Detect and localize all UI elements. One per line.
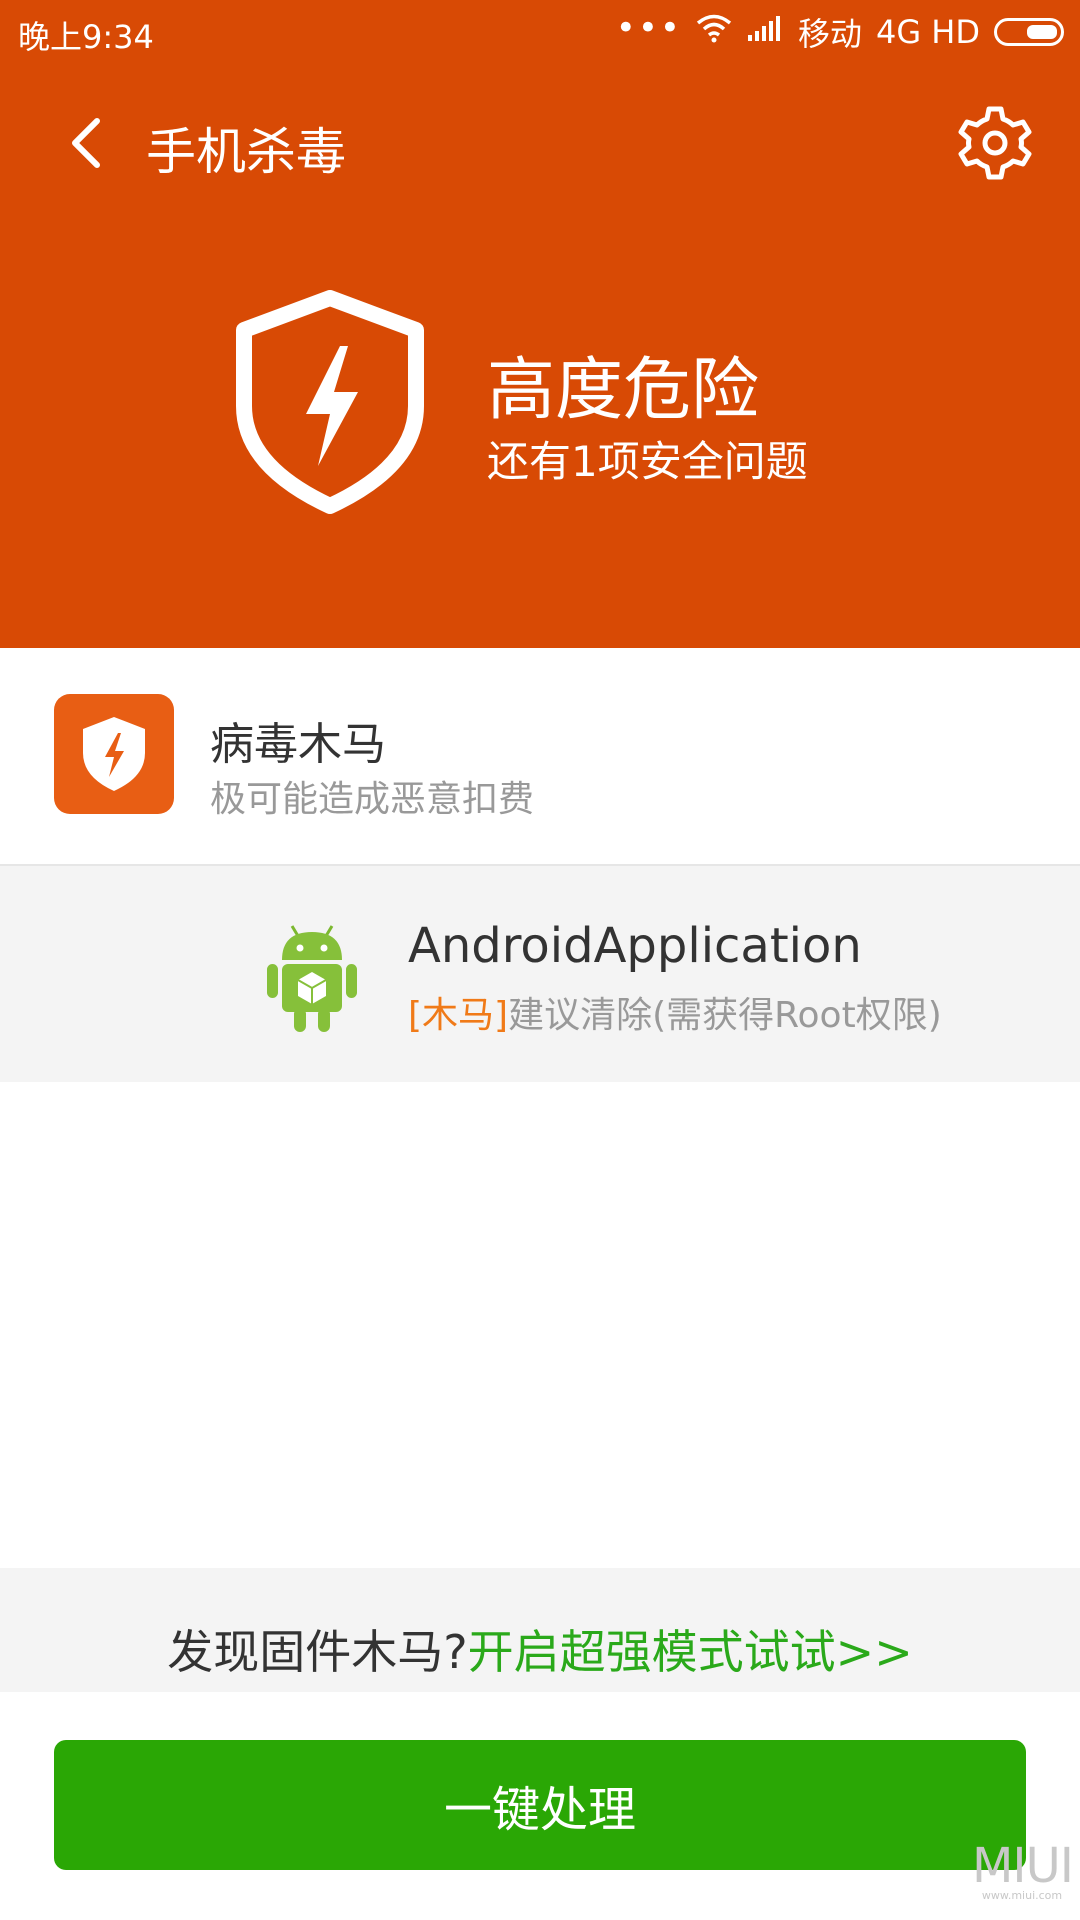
threat-tag: [木马]	[408, 995, 509, 1036]
miui-watermark: MIUI www.miui.com	[972, 1838, 1074, 1906]
watermark-site: www.miui.com	[981, 1889, 1063, 1902]
threat-category-title: 病毒木马	[210, 719, 386, 770]
page-title: 手机杀毒	[146, 123, 346, 181]
risk-summary: 高度危险 还有1项安全问题	[0, 290, 1080, 530]
settings-button[interactable]	[952, 100, 1038, 186]
android-app-icon	[267, 925, 357, 1032]
status-indicators: ••• 移动 4G HD	[616, 10, 1064, 54]
notification-dots: •••	[615, 8, 682, 48]
network-type: 4G HD	[875, 13, 980, 51]
risk-issue-count: 还有1项安全问题	[487, 437, 808, 486]
shield-lightning-icon	[83, 717, 145, 791]
threat-category-row: 病毒木马 极可能造成恶意扣费	[0, 648, 1080, 866]
gear-icon	[958, 106, 1032, 180]
status-time: 晚上9:34	[18, 18, 154, 56]
back-button[interactable]	[52, 108, 122, 178]
risk-level: 高度危险	[487, 351, 760, 430]
chevron-left-icon	[72, 118, 100, 168]
threat-category-icon	[54, 694, 174, 814]
super-mode-link[interactable]: 开启超强模式试试>>	[468, 1625, 913, 1679]
promo-question: 发现固件木马?	[167, 1625, 468, 1679]
battery-icon	[994, 18, 1064, 46]
infected-app-row[interactable]: AndroidApplication [木马]建议清除(需获得Root权限)	[0, 866, 1080, 1082]
one-click-handle-button[interactable]: 一键处理	[54, 1740, 1026, 1870]
shield-lightning-icon	[236, 290, 424, 514]
signal-icon	[746, 13, 784, 51]
wifi-icon	[696, 13, 732, 51]
app-action-text: 建议清除(需获得Root权限)	[508, 995, 942, 1036]
carrier-name: 移动	[797, 15, 862, 53]
watermark-brand: MIUI	[972, 1838, 1074, 1894]
header: 晚上9:34 ••• 移动 4G HD 手机杀毒 高度危险 还有1项安全问题	[0, 0, 1080, 648]
top-bar: 手机杀毒	[0, 88, 1080, 198]
promo-banner: 发现固件木马?开启超强模式试试>>	[0, 1568, 1080, 1692]
app-name: AndroidApplication	[408, 918, 862, 974]
app-detail: [木马]建议清除(需获得Root权限)	[408, 986, 942, 1038]
promo-text: 发现固件木马?开启超强模式试试>>	[167, 1616, 913, 1682]
status-bar: 晚上9:34 ••• 移动 4G HD	[0, 0, 1080, 64]
threat-category-description: 极可能造成恶意扣费	[210, 779, 535, 820]
